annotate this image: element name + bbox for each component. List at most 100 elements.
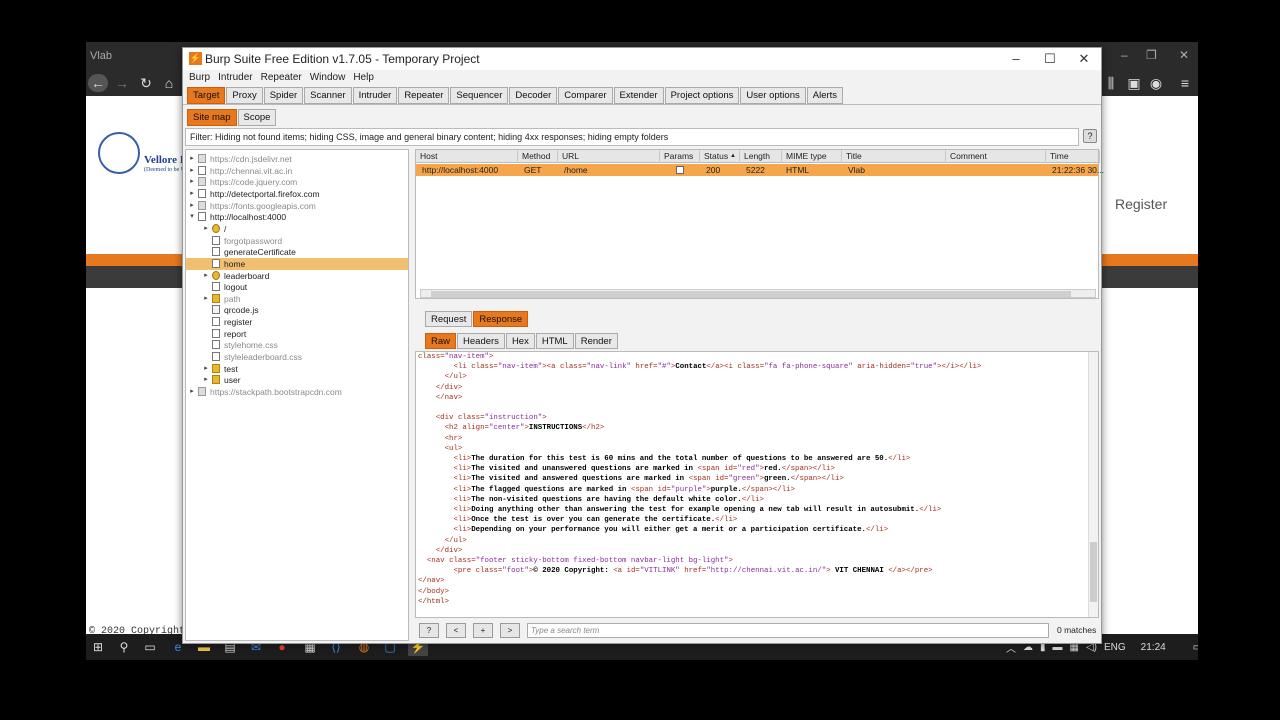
start-icon[interactable]: ⊞	[88, 638, 108, 656]
tab-decoder[interactable]: Decoder	[509, 87, 558, 104]
vertical-scrollbar[interactable]	[1088, 352, 1098, 617]
expand-arrow-icon[interactable]: ▸	[188, 200, 196, 212]
tab-target[interactable]: Target	[187, 87, 226, 104]
column-header-url[interactable]: URL	[558, 150, 660, 163]
tree-node[interactable]: ▸ http://chennai.vit.ac.in	[186, 165, 408, 177]
expand-arrow-icon[interactable]: ▸	[202, 363, 210, 375]
tab-alerts[interactable]: Alerts	[806, 87, 844, 104]
reload-icon[interactable]: ↻	[136, 74, 156, 92]
minimize-icon[interactable]: –	[999, 50, 1033, 68]
tree-node[interactable]: ▸ /	[186, 223, 408, 235]
params-checkbox[interactable]	[676, 166, 684, 174]
language-indicator[interactable]: ENG	[1104, 642, 1126, 653]
account-icon[interactable]: ◉	[1146, 74, 1166, 92]
tree-node[interactable]: ▾ http://localhost:4000	[186, 211, 408, 223]
menu-repeater[interactable]: Repeater	[261, 70, 302, 86]
tree-node[interactable]: forgotpassword	[186, 235, 408, 247]
tab-request[interactable]: Request	[425, 311, 473, 327]
bg-restore-icon[interactable]: ❐	[1146, 48, 1157, 62]
menu-icon[interactable]: ≡	[1175, 74, 1195, 92]
bg-close-icon[interactable]: ✕	[1179, 48, 1189, 62]
tree-node[interactable]: home	[186, 257, 408, 270]
column-header-title[interactable]: Title	[842, 150, 946, 163]
tab-user-options[interactable]: User options	[740, 87, 806, 104]
back-icon[interactable]: ←	[88, 74, 108, 92]
search-input[interactable]: Type a search term	[527, 623, 1049, 638]
subtab-scope[interactable]: Scope	[237, 109, 277, 126]
tab-intruder[interactable]: Intruder	[352, 87, 398, 104]
search-next-button[interactable]: >	[500, 623, 520, 638]
forward-icon[interactable]: →	[112, 74, 132, 92]
menu-help[interactable]: Help	[353, 70, 374, 86]
tree-node[interactable]: qrcode.js	[186, 304, 408, 316]
tab-response[interactable]: Response	[473, 311, 529, 327]
view-tab-render[interactable]: Render	[574, 333, 618, 349]
filter-bar[interactable]: Filter: Hiding not found items; hiding C…	[185, 128, 1079, 146]
column-header-comment[interactable]: Comment	[946, 150, 1046, 163]
clock[interactable]: 21:24	[1141, 642, 1166, 653]
tab-sequencer[interactable]: Sequencer	[450, 87, 509, 104]
column-header-host[interactable]: Host	[416, 150, 518, 163]
view-tab-hex[interactable]: Hex	[505, 333, 535, 349]
tree-node[interactable]: styleleaderboard.css	[186, 351, 408, 363]
column-header-method[interactable]: Method	[518, 150, 558, 163]
response-raw-view[interactable]: class="nav-item"> <li class="nav-item"><…	[415, 351, 1099, 618]
search-prev-button[interactable]: <	[446, 623, 466, 638]
expand-arrow-icon[interactable]: ▾	[188, 211, 196, 223]
tree-node[interactable]: ▸ leaderboard	[186, 270, 408, 282]
tree-node[interactable]: ▸ https://stackpath.bootstrapcdn.com	[186, 386, 408, 398]
tree-node[interactable]: ▸ https://cdn.jsdelivr.net	[186, 153, 408, 165]
scroll-thumb[interactable]	[431, 291, 1071, 297]
column-header-time-request[interactable]: Time request	[1046, 150, 1100, 174]
column-header-params[interactable]: Params	[660, 150, 700, 163]
menu-intruder[interactable]: Intruder	[218, 70, 252, 86]
help-button[interactable]: ?	[1083, 129, 1097, 143]
expand-arrow-icon[interactable]: ▸	[188, 176, 196, 188]
tab-proxy[interactable]: Proxy	[226, 87, 263, 104]
home-icon[interactable]: ⌂	[159, 74, 179, 92]
maximize-icon[interactable]: ☐	[1033, 50, 1067, 68]
tab-comparer[interactable]: Comparer	[558, 87, 613, 104]
search-help-button[interactable]: ?	[419, 623, 439, 638]
sidebar-icon[interactable]: ▣	[1124, 74, 1144, 92]
tree-node[interactable]: logout	[186, 281, 408, 293]
view-tab-headers[interactable]: Headers	[457, 333, 505, 349]
menu-window[interactable]: Window	[310, 70, 346, 86]
expand-arrow-icon[interactable]: ▸	[188, 188, 196, 200]
expand-arrow-icon[interactable]: ▸	[202, 293, 210, 305]
tree-node[interactable]: ▸ https://fonts.googleapis.com	[186, 200, 408, 212]
expand-arrow-icon[interactable]: ▸	[188, 153, 196, 165]
expand-arrow-icon[interactable]: ▸	[202, 270, 210, 282]
notifications-icon[interactable]: ▭	[1193, 642, 1198, 653]
tree-node[interactable]: report	[186, 328, 408, 340]
tree-node[interactable]: ▸ test	[186, 363, 408, 375]
tab-project-options[interactable]: Project options	[664, 87, 740, 104]
task-view-icon[interactable]: ▭	[140, 638, 160, 656]
subtab-site-map[interactable]: Site map	[187, 109, 237, 126]
tree-node[interactable]: register	[186, 316, 408, 328]
tree-node[interactable]: ▸ http://detectportal.firefox.com	[186, 188, 408, 200]
tab-repeater[interactable]: Repeater	[398, 87, 450, 104]
search-icon[interactable]: ⚲	[114, 638, 134, 656]
view-tab-raw[interactable]: Raw	[425, 333, 457, 349]
expand-arrow-icon[interactable]: ▸	[188, 165, 196, 177]
browser-tab-title[interactable]: Vlab	[90, 50, 112, 62]
register-link[interactable]: Register	[1115, 196, 1167, 212]
expand-arrow-icon[interactable]: ▸	[202, 374, 210, 386]
view-tab-html[interactable]: HTML	[535, 333, 574, 349]
column-header-mime-type[interactable]: MIME type	[782, 150, 842, 163]
tab-scanner[interactable]: Scanner	[304, 87, 352, 104]
column-header-length[interactable]: Length	[740, 150, 782, 163]
menu-burp[interactable]: Burp	[189, 70, 210, 86]
tree-node[interactable]: ▸ user	[186, 374, 408, 386]
horizontal-scrollbar[interactable]	[420, 289, 1096, 298]
library-icon[interactable]: ⫼	[1101, 74, 1121, 92]
close-icon[interactable]: ✕	[1067, 50, 1101, 68]
tab-extender[interactable]: Extender	[613, 87, 664, 104]
tree-node[interactable]: stylehome.css	[186, 339, 408, 351]
tree-node[interactable]: ▸ https://code.jquery.com	[186, 176, 408, 188]
expand-arrow-icon[interactable]: ▸	[202, 223, 210, 235]
table-row[interactable]: http://localhost:4000 GET /home 200 5222…	[416, 164, 1104, 176]
tree-node[interactable]: ▸ path	[186, 293, 408, 305]
bg-minimize-icon[interactable]: –	[1121, 48, 1128, 62]
